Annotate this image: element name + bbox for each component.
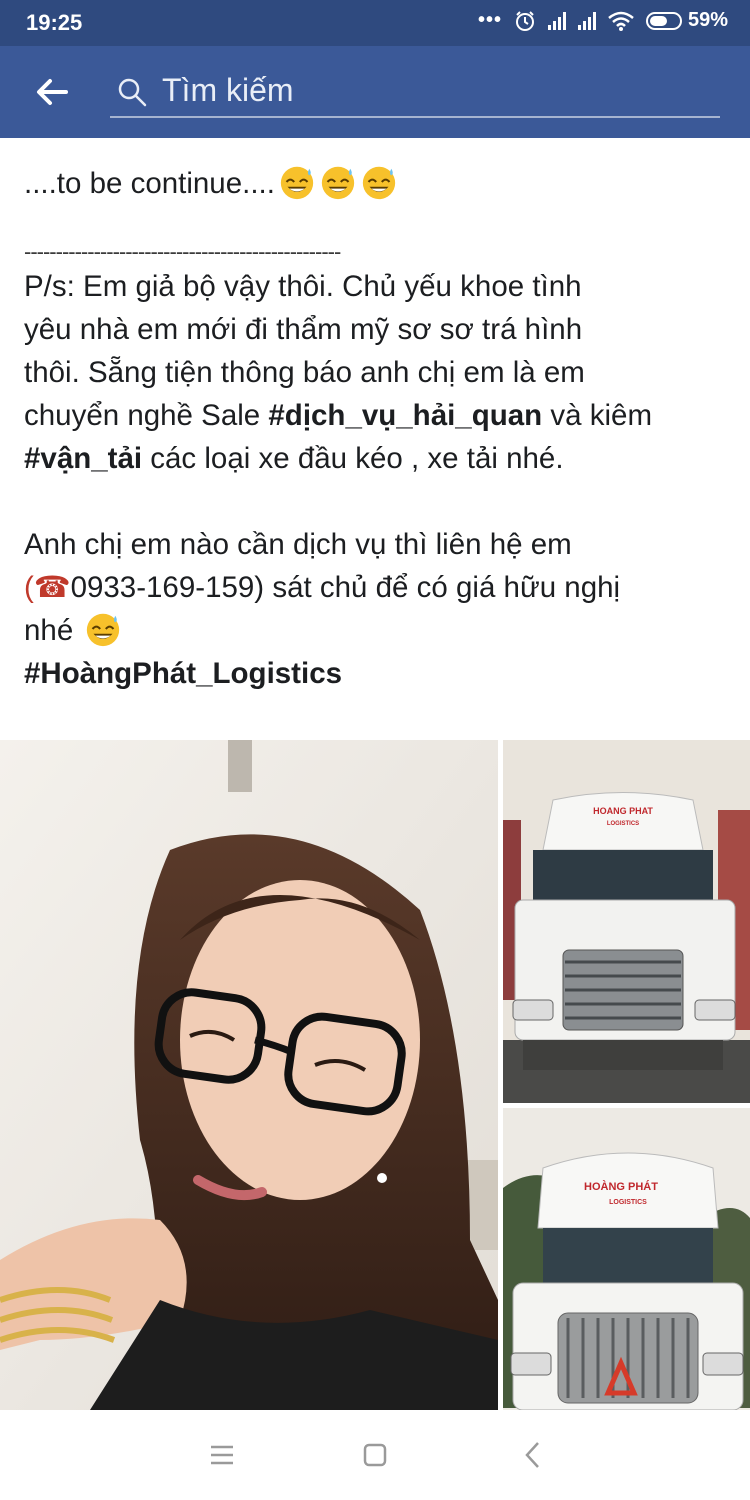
truck-image-2: HOÀNG PHÁT LOGISTICS — [503, 1108, 750, 1410]
hashtag-dich-vu-hai-quan-link[interactable]: #dịch_vụ_hải_quan — [268, 399, 542, 432]
more-notifications-icon: ••• — [477, 9, 502, 31]
photo-grid: HOANG PHAT LOGISTICS HOÀNG PHÁT LOGISTIC… — [0, 740, 750, 1410]
post-ps-line: chuyển nghề Sale #dịch_vụ_hải_quan và ki… — [24, 399, 653, 432]
search-input[interactable]: Tìm kiếm — [110, 66, 720, 118]
battery-icon — [645, 11, 682, 30]
truck-2-logo-text: HOÀNG PHÁT — [584, 1180, 658, 1193]
search-placeholder: Tìm kiếm — [162, 72, 294, 108]
back-icon[interactable] — [518, 1440, 548, 1470]
telephone-emoji-icon: (☎ — [24, 571, 71, 604]
post-ps-line: #vận_tải các loại xe đầu kéo , xe tải nh… — [24, 442, 564, 475]
post-separator: ----------------------------------------… — [24, 239, 341, 264]
post-contact-line: (☎0933-169-159) sát chủ để có giá hữu ng… — [24, 571, 621, 604]
wifi-icon — [608, 11, 634, 31]
selfie-image — [0, 740, 498, 1410]
back-arrow-icon[interactable] — [28, 68, 76, 116]
truck-image-1: HOANG PHAT LOGISTICS — [503, 740, 750, 1103]
post-contact-line: nhé — [24, 609, 740, 652]
android-nav-bar — [0, 1410, 750, 1500]
post-line-continue: ....to be continue.... — [24, 162, 740, 205]
post-contact-line: Anh chị em nào cần dịch vụ thì liên hệ e… — [24, 528, 572, 561]
hashtag-van-tai-link[interactable]: #vận_tải — [24, 442, 142, 475]
truck-1-logo-subtext: LOGISTICS — [607, 821, 639, 827]
battery-percent: 59% — [687, 9, 728, 31]
signal-2-icon — [577, 11, 596, 30]
sweat-smile-emoji-icon — [362, 166, 396, 200]
post-ps-line: P/s: Em giả bộ vậy thôi. Chủ yếu khoe tì… — [24, 270, 582, 303]
menu-icon[interactable] — [207, 1440, 237, 1470]
photo-truck-1[interactable]: HOANG PHAT LOGISTICS — [503, 740, 750, 1103]
post-ps-line: thôi. Sẵng tiện thông báo anh chị em là … — [24, 356, 585, 389]
alarm-icon — [515, 10, 534, 31]
photo-truck-2[interactable]: HOÀNG PHÁT LOGISTICS — [503, 1108, 750, 1410]
sweat-smile-emoji-icon — [280, 166, 314, 200]
home-icon[interactable] — [360, 1440, 390, 1470]
status-time: 19:25 — [26, 10, 83, 35]
status-icons: ••• 59% — [478, 9, 728, 32]
signal-1-icon — [547, 11, 566, 30]
post-body: ....to be continue.... -----------------… — [24, 138, 740, 695]
search-icon — [118, 78, 147, 107]
hashtag-hoangphat-logistics-link[interactable]: #HoàngPhát_Logistics — [24, 652, 740, 695]
truck-1-logo-text: HOANG PHAT — [593, 806, 653, 816]
phone-number[interactable]: 0933-169-159 — [71, 571, 255, 604]
truck-2-logo-subtext: LOGISTICS — [609, 1199, 647, 1206]
search-header: Tìm kiếm — [0, 46, 750, 138]
photo-selfie[interactable] — [0, 740, 498, 1410]
status-bar: 19:25 ••• 59% — [0, 0, 750, 46]
sweat-smile-emoji-icon — [321, 166, 355, 200]
battery-indicator: 59% — [645, 9, 728, 32]
post-ps-line: yêu nhà em mới đi thẩm mỹ sơ sơ trá hình — [24, 313, 583, 346]
sweat-smile-emoji-icon — [87, 613, 120, 647]
